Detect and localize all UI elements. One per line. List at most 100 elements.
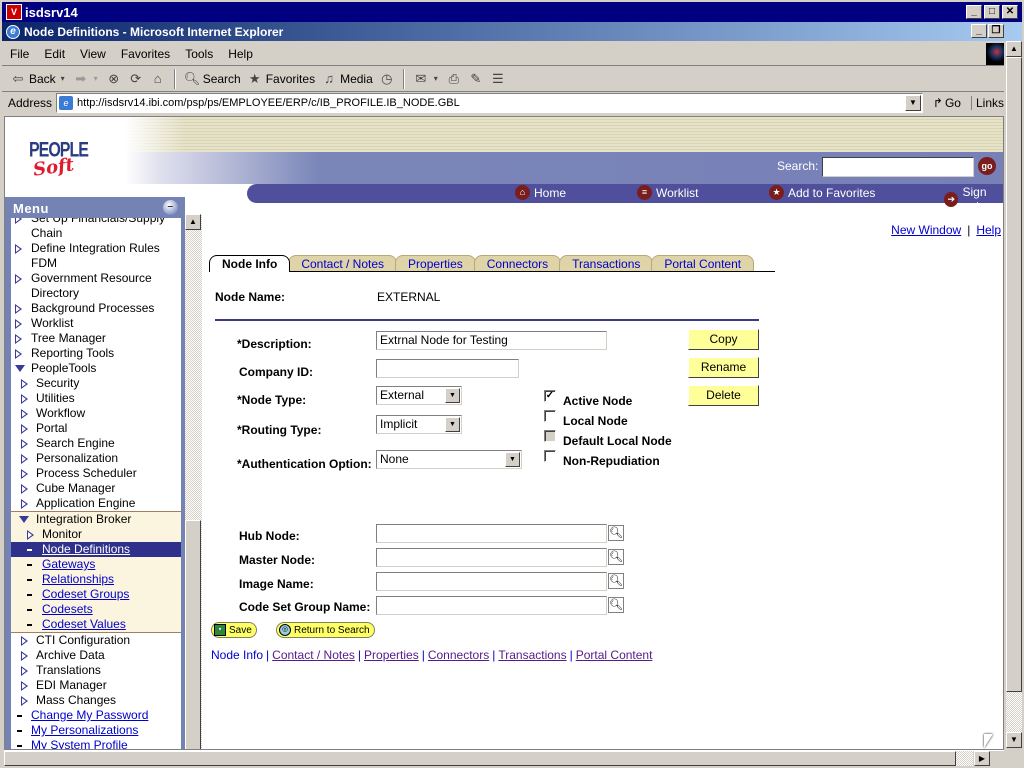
tab-contact-notes[interactable]: Contact / Notes (288, 255, 398, 271)
menu-favorites[interactable]: Favorites (121, 47, 170, 61)
menu-item[interactable]: Portal (11, 421, 181, 436)
favorites-button[interactable]: ★ Favorites (247, 71, 315, 87)
local-node-checkbox[interactable] (544, 410, 556, 422)
mail-button[interactable]: ✉ ▾ (413, 71, 440, 87)
nav-worklist-link[interactable]: ≡ Worklist (637, 185, 698, 200)
routing-type-select[interactable]: Implicit ▼ (376, 415, 462, 434)
browser-vertical-scrollbar[interactable]: ▲ ▼ (1006, 41, 1022, 750)
menu-edit[interactable]: Edit (44, 47, 65, 61)
refresh-button[interactable]: ⟳ (128, 71, 144, 87)
content-scrollbar[interactable]: ▲ (185, 214, 202, 749)
menu-item[interactable]: Utilities (11, 391, 181, 406)
menu-item[interactable]: Mass Changes (11, 693, 181, 708)
menu-help[interactable]: Help (228, 47, 253, 61)
menu-item[interactable]: Government Resource (11, 271, 181, 286)
minimize-button[interactable]: _ (966, 5, 982, 19)
address-dropdown-button[interactable]: ▼ (904, 95, 921, 111)
hub-node-lookup-icon[interactable]: 🔍︎ (608, 525, 624, 541)
discuss-button[interactable]: ☰ (490, 71, 506, 87)
home-button[interactable]: ⌂ (150, 71, 166, 87)
menu-item[interactable]: My System Profile (11, 738, 181, 749)
menu-item[interactable]: Search Engine (11, 436, 181, 451)
code-set-group-lookup-icon[interactable]: 🔍︎ (608, 597, 624, 613)
tab-transactions[interactable]: Transactions (559, 255, 654, 271)
menu-item[interactable]: Codesets (11, 602, 181, 617)
help-link[interactable]: Help (976, 223, 1001, 237)
image-name-lookup-icon[interactable]: 🔍︎ (608, 573, 624, 589)
scroll-right-arrow-icon[interactable]: ▶ (974, 751, 990, 766)
bottom-link-transactions[interactable]: Transactions (498, 648, 566, 662)
menu-collapse-icon[interactable]: – (163, 200, 178, 215)
menu-item[interactable]: Cube Manager (11, 481, 181, 496)
auth-option-select[interactable]: None ▼ (376, 450, 522, 469)
media-button[interactable]: ♫ Media (321, 71, 373, 87)
menu-item[interactable]: Change My Password (11, 708, 181, 723)
master-node-lookup-icon[interactable]: 🔍︎ (608, 549, 624, 565)
menu-item[interactable]: Personalization (11, 451, 181, 466)
delete-button[interactable]: Delete (688, 385, 759, 406)
hub-node-input[interactable] (376, 524, 607, 543)
active-node-checkbox[interactable]: ✓ (544, 390, 556, 402)
nav-add-favorites-link[interactable]: ★ Add to Favorites (769, 185, 875, 200)
menu-item[interactable]: PeopleTools (11, 361, 181, 376)
bottom-link-connectors[interactable]: Connectors (428, 648, 489, 662)
rename-button[interactable]: Rename (688, 357, 759, 378)
search-go-button[interactable]: go (978, 157, 996, 175)
save-button[interactable]: ▪ Save (211, 622, 257, 638)
edit-button[interactable]: ✎ (468, 71, 484, 87)
menu-item[interactable]: Integration Broker (11, 512, 181, 527)
scroll-up-arrow-icon[interactable]: ▲ (185, 214, 201, 230)
menu-item[interactable]: Workflow (11, 406, 181, 421)
return-to-search-button[interactable]: ◎ Return to Search (276, 622, 375, 638)
menu-item[interactable]: Security (11, 376, 181, 391)
menu-item[interactable]: Node Definitions (11, 542, 181, 557)
menu-item[interactable]: Archive Data (11, 648, 181, 663)
menu-item[interactable]: Worklist (11, 316, 181, 331)
go-button[interactable]: ↱ Go (933, 96, 961, 110)
copy-button[interactable]: Copy (688, 329, 759, 350)
tab-node-info[interactable]: Node Info (209, 255, 291, 272)
image-name-input[interactable] (376, 572, 607, 591)
search-button[interactable]: 🔍︎ Search (184, 71, 241, 87)
back-button[interactable]: ⇦ Back ▾ (10, 71, 67, 87)
menu-file[interactable]: File (10, 47, 29, 61)
description-input[interactable]: Extrnal Node for Testing (376, 331, 607, 350)
menu-item[interactable]: Monitor (11, 527, 181, 542)
non-repudiation-checkbox[interactable] (544, 450, 556, 462)
links-button[interactable]: Links (970, 96, 1004, 110)
close-button[interactable]: ✕ (1002, 5, 1018, 19)
browser-minimize-button[interactable]: _ (971, 24, 987, 38)
menu-item[interactable]: Translations (11, 663, 181, 678)
scroll-down-arrow-icon[interactable]: ▼ (1006, 732, 1022, 748)
tab-connectors[interactable]: Connectors (473, 255, 562, 271)
master-node-input[interactable] (376, 548, 607, 567)
menu-item[interactable]: Define Integration Rules (11, 241, 181, 256)
menu-item[interactable]: Background Processes (11, 301, 181, 316)
menu-item[interactable]: Relationships (11, 572, 181, 587)
portal-search-input[interactable] (822, 157, 974, 177)
menu-item[interactable]: Application Engine (11, 496, 181, 511)
scrollbar-thumb[interactable] (1006, 57, 1022, 692)
code-set-group-input[interactable] (376, 596, 607, 615)
tab-portal-content[interactable]: Portal Content (651, 255, 755, 271)
bottom-link-properties[interactable]: Properties (364, 648, 419, 662)
bottom-link-contact-notes[interactable]: Contact / Notes (272, 648, 355, 662)
stop-button[interactable]: ⊗ (106, 71, 122, 87)
scrollbar-thumb[interactable] (185, 520, 201, 749)
scroll-up-arrow-icon[interactable]: ▲ (1006, 41, 1022, 57)
address-input[interactable]: e http://isdsrv14.ibi.com/psp/ps/EMPLOYE… (56, 93, 923, 113)
new-window-link[interactable]: New Window (891, 223, 961, 237)
scrollbar-thumb[interactable] (4, 751, 956, 766)
menu-item[interactable]: CTI Configuration (11, 633, 181, 648)
history-button[interactable]: ◷ (379, 71, 395, 87)
menu-item[interactable]: Set Up Financials/Supply (11, 218, 181, 226)
menu-item[interactable]: Tree Manager (11, 331, 181, 346)
nav-signout-link[interactable]: ➔ Sign out (944, 185, 1003, 213)
forward-button[interactable]: ➡ ▾ (73, 71, 100, 87)
tab-properties[interactable]: Properties (395, 255, 476, 271)
menu-item[interactable]: Codeset Values (11, 617, 181, 632)
menu-item[interactable]: Reporting Tools (11, 346, 181, 361)
company-id-input[interactable] (376, 359, 519, 378)
menu-item[interactable]: My Personalizations (11, 723, 181, 738)
menu-item[interactable]: Gateways (11, 557, 181, 572)
